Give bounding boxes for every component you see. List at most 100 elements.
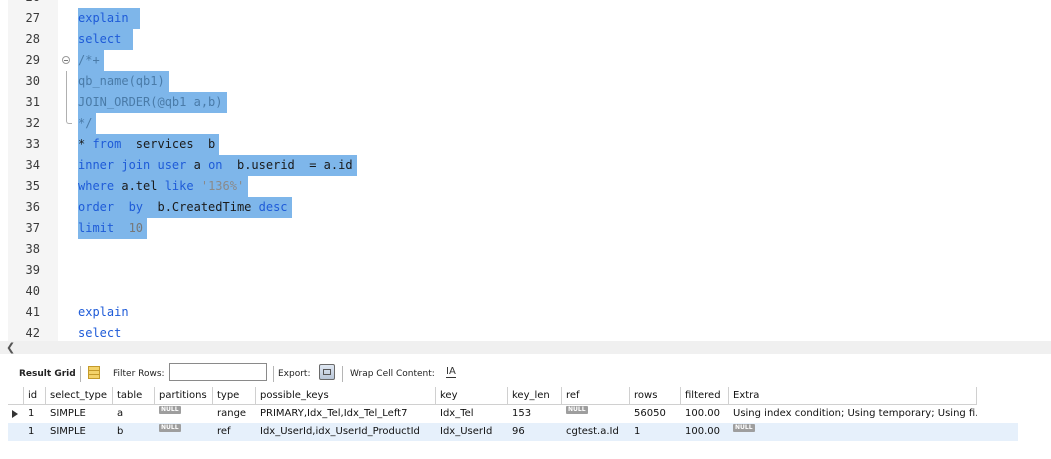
scroll-left-arrow-icon[interactable]: ❮ bbox=[6, 342, 15, 353]
code-token: limit bbox=[78, 221, 115, 235]
null-badge: NULL bbox=[159, 406, 181, 414]
cell-filtered[interactable]: 100.00 bbox=[681, 405, 729, 423]
result-toolbar: Result Grid Filter Rows: Export: Wrap Ce… bbox=[0, 362, 1051, 386]
cell-type[interactable]: ref bbox=[213, 423, 256, 441]
grid-header-row: id select_type table partitions type possible… bbox=[8, 387, 1018, 405]
code-text: qb_name(qb1) bbox=[78, 71, 169, 92]
line-number: 37 bbox=[25, 221, 40, 235]
cell-id[interactable]: 1 bbox=[24, 405, 46, 423]
cell-key[interactable]: Idx_Tel bbox=[436, 405, 508, 423]
cell-key-len[interactable]: 96 bbox=[508, 423, 562, 441]
code-line[interactable]: 38 bbox=[0, 239, 1051, 260]
cell-key-len[interactable]: 153 bbox=[508, 405, 562, 423]
code-line[interactable]: 31 JOIN_ORDER(@qb1 a,b) bbox=[0, 92, 1051, 113]
code-line[interactable]: 28 select bbox=[0, 29, 1051, 50]
code-line[interactable]: 29 /*+ bbox=[0, 50, 1051, 71]
cell-type[interactable]: range bbox=[213, 405, 256, 423]
code-token: services b bbox=[128, 137, 216, 151]
column-header-rows[interactable]: rows bbox=[630, 387, 681, 405]
line-number: 29 bbox=[25, 53, 40, 67]
code-text: explain bbox=[78, 8, 140, 29]
table-row[interactable]: 1 SIMPLE b NULL ref Idx_UserId,idx_UserId_Pro… bbox=[8, 423, 1018, 441]
column-header-type[interactable]: type bbox=[213, 387, 256, 405]
code-token: 10 bbox=[128, 221, 144, 235]
cell-select-type[interactable]: SIMPLE bbox=[46, 405, 113, 423]
wrap-cell-toggle-icon[interactable]: IA bbox=[446, 367, 456, 378]
editor-horizontal-scrollbar[interactable]: ❮ bbox=[0, 341, 1051, 354]
line-number: 38 bbox=[25, 242, 40, 256]
column-header-ref[interactable]: ref bbox=[562, 387, 630, 405]
code-text: * from services b bbox=[78, 134, 220, 155]
result-grid-icon[interactable] bbox=[88, 366, 100, 379]
cell-id[interactable]: 1 bbox=[24, 423, 46, 441]
column-header-filtered[interactable]: filtered bbox=[681, 387, 729, 405]
cell-rows[interactable]: 56050 bbox=[630, 405, 681, 423]
row-marker bbox=[8, 423, 24, 441]
code-token: '136%' bbox=[200, 179, 245, 193]
line-number: 28 bbox=[25, 32, 40, 46]
filter-rows-label: Filter Rows: bbox=[113, 369, 165, 379]
code-line[interactable]: 34 inner join user a on b.userid = a.id bbox=[0, 155, 1051, 176]
filter-rows-input[interactable] bbox=[169, 363, 267, 381]
cell-extra[interactable]: Using index condition; Using temporary; … bbox=[729, 405, 977, 423]
result-grid-tab[interactable]: Result Grid bbox=[19, 367, 76, 381]
code-line[interactable]: 37 limit 10 bbox=[0, 218, 1051, 239]
code-line[interactable]: 33 * from services b bbox=[0, 134, 1051, 155]
code-token: b.userid = a.id bbox=[222, 158, 353, 172]
cell-possible-keys[interactable]: Idx_UserId,idx_UserId_ProductId bbox=[256, 423, 436, 441]
code-line[interactable]: 36 order by b.CreatedTime desc bbox=[0, 197, 1051, 218]
cell-table[interactable]: b bbox=[113, 423, 155, 441]
code-text: explain bbox=[78, 302, 133, 323]
cell-partitions[interactable]: NULL bbox=[155, 405, 213, 423]
cell-select-type[interactable]: SIMPLE bbox=[46, 423, 113, 441]
cell-ref[interactable]: NULL bbox=[562, 405, 630, 423]
wrap-cell-content-label: Wrap Cell Content: bbox=[350, 369, 435, 379]
export-icon[interactable] bbox=[319, 364, 335, 380]
column-header-extra[interactable]: Extra bbox=[729, 387, 977, 405]
code-line[interactable]: 40 bbox=[0, 281, 1051, 302]
code-token: explain bbox=[78, 305, 129, 319]
code-token: a.tel bbox=[114, 179, 165, 193]
column-header-id[interactable]: id bbox=[24, 387, 46, 405]
code-token: b.CreatedTime bbox=[143, 200, 259, 214]
column-header-key-len[interactable]: key_len bbox=[508, 387, 562, 405]
table-row[interactable]: 1 SIMPLE a NULL range PRIMARY,Idx_Tel,Idx_Tel… bbox=[8, 405, 1018, 423]
cell-table[interactable]: a bbox=[113, 405, 155, 423]
cell-partitions[interactable]: NULL bbox=[155, 423, 213, 441]
cell-key[interactable]: Idx_UserId bbox=[436, 423, 508, 441]
cell-rows[interactable]: 1 bbox=[630, 423, 681, 441]
column-header-table[interactable]: table bbox=[113, 387, 155, 405]
fold-toggle-icon[interactable] bbox=[62, 50, 72, 71]
toolbar-divider bbox=[273, 366, 274, 382]
column-header-select-type[interactable]: select_type bbox=[46, 387, 113, 405]
current-row-arrow-icon bbox=[12, 410, 18, 418]
column-header-key[interactable]: key bbox=[436, 387, 508, 405]
sql-editor[interactable]: 26 27 explain 28 select 29 /*+ 30 qb_name(qb1)… bbox=[0, 0, 1051, 341]
code-line[interactable]: 30 qb_name(qb1) bbox=[0, 71, 1051, 92]
code-text: where a.tel like '136%' bbox=[78, 176, 249, 197]
cell-possible-keys[interactable]: PRIMARY,Idx_Tel,Idx_Tel_Left7 bbox=[256, 405, 436, 423]
code-token: user bbox=[157, 158, 187, 172]
code-token: explain bbox=[78, 11, 136, 25]
column-header-partitions[interactable]: partitions bbox=[155, 387, 213, 405]
code-token: qb_name(qb1) bbox=[78, 74, 165, 88]
code-line[interactable]: 27 explain bbox=[0, 8, 1051, 29]
code-token: JOIN_ORDER(@qb1 a,b) bbox=[78, 95, 223, 109]
code-line[interactable]: 26 bbox=[0, 0, 1051, 8]
code-token: by bbox=[128, 200, 144, 214]
cell-filtered[interactable]: 100.00 bbox=[681, 423, 729, 441]
column-header-possible-keys[interactable]: possible_keys bbox=[256, 387, 436, 405]
code-line[interactable]: 35 where a.tel like '136%' bbox=[0, 176, 1051, 197]
line-number: 41 bbox=[25, 305, 40, 319]
cell-extra[interactable]: NULL bbox=[729, 423, 977, 441]
fold-line-icon bbox=[62, 71, 72, 92]
code-line[interactable]: 42 select bbox=[0, 323, 1051, 341]
code-line[interactable]: 39 bbox=[0, 260, 1051, 281]
cell-ref[interactable]: cgtest.a.Id bbox=[562, 423, 630, 441]
code-line[interactable]: 41 explain bbox=[0, 302, 1051, 323]
code-text: limit 10 bbox=[78, 218, 148, 239]
line-number: 32 bbox=[25, 116, 40, 130]
code-line[interactable]: 32 */ bbox=[0, 113, 1051, 134]
